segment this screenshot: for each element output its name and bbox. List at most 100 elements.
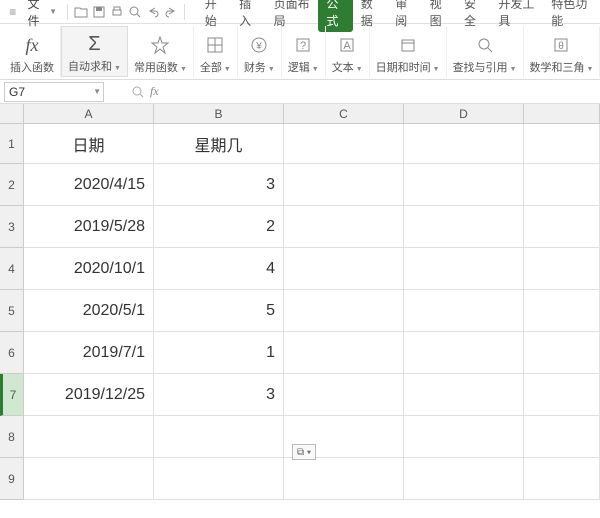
cell[interactable]	[404, 290, 524, 332]
cell[interactable]: 2020/5/1	[24, 290, 154, 332]
cell[interactable]: 4	[154, 248, 284, 290]
smart-tag-button[interactable]: ⧉ ▾	[292, 444, 316, 460]
cell[interactable]	[404, 458, 524, 500]
row-header[interactable]: 7	[0, 374, 24, 416]
ribbon-datetime[interactable]: 日期和时间▼	[370, 26, 447, 77]
ribbon-label: 常用函数▼	[134, 59, 187, 75]
cell[interactable]	[284, 332, 404, 374]
search-icon	[473, 33, 497, 57]
cell[interactable]	[284, 458, 404, 500]
cell[interactable]: 1	[154, 332, 284, 374]
row-header[interactable]: 1	[0, 124, 24, 164]
select-all-corner[interactable]	[0, 104, 24, 124]
hamburger-icon[interactable]: ≡	[6, 4, 20, 20]
cell[interactable]: 2	[154, 206, 284, 248]
grid-row: 22020/4/153	[0, 164, 600, 206]
name-box-value: G7	[9, 85, 25, 99]
column-header-b[interactable]: B	[154, 104, 284, 124]
cell[interactable]: 2019/7/1	[24, 332, 154, 374]
cell[interactable]: 5	[154, 290, 284, 332]
open-icon[interactable]	[74, 4, 88, 20]
cell[interactable]	[404, 374, 524, 416]
cell[interactable]	[524, 374, 600, 416]
cell[interactable]	[524, 290, 600, 332]
grid-row: 32019/5/282	[0, 206, 600, 248]
cell[interactable]: 3	[154, 164, 284, 206]
cell[interactable]: 2019/12/25	[24, 374, 154, 416]
cell[interactable]	[404, 332, 524, 374]
expand-icon[interactable]	[132, 86, 144, 98]
cell[interactable]: 3	[154, 374, 284, 416]
ribbon-insert-function[interactable]: fx 插入函数	[4, 26, 61, 77]
chevron-down-icon: ▼	[49, 7, 57, 16]
row-header[interactable]: 3	[0, 206, 24, 248]
ribbon-financial[interactable]: ¥ 财务▼	[238, 26, 282, 77]
cell[interactable]: 2020/4/15	[24, 164, 154, 206]
cell[interactable]	[524, 416, 600, 458]
save-icon[interactable]	[92, 4, 106, 20]
cell[interactable]	[404, 164, 524, 206]
cell[interactable]	[404, 416, 524, 458]
ribbon-text[interactable]: A 文本▼	[326, 26, 370, 77]
cell[interactable]: 2019/5/28	[24, 206, 154, 248]
fx-icon[interactable]: fx	[150, 84, 159, 99]
ribbon-label: 查找与引用▼	[453, 59, 517, 75]
ribbon-recent[interactable]: 常用函数▼	[128, 26, 194, 77]
cell[interactable]	[154, 458, 284, 500]
chevron-down-icon[interactable]: ▼	[93, 87, 101, 96]
cell[interactable]	[524, 248, 600, 290]
row-header[interactable]: 9	[0, 458, 24, 500]
svg-text:?: ?	[300, 40, 306, 52]
cell[interactable]	[524, 458, 600, 500]
ribbon-math[interactable]: θ 数学和三角▼	[524, 26, 600, 77]
cell[interactable]	[24, 458, 154, 500]
cell[interactable]: 2020/10/1	[24, 248, 154, 290]
ribbon-label: 全部▼	[200, 59, 231, 75]
cell[interactable]	[154, 416, 284, 458]
grid-row: 1日期星期几	[0, 124, 600, 164]
ribbon-logical[interactable]: ? 逻辑▼	[282, 26, 326, 77]
ribbon-all[interactable]: 全部▼	[194, 26, 238, 77]
grid-row: 72019/12/253	[0, 374, 600, 416]
cell[interactable]: 星期几	[154, 124, 284, 164]
ribbon-lookup[interactable]: 查找与引用▼	[447, 26, 524, 77]
cell[interactable]	[284, 248, 404, 290]
name-box[interactable]: G7 ▼	[4, 82, 104, 102]
cell[interactable]	[24, 416, 154, 458]
money-icon: ¥	[247, 33, 271, 57]
cell[interactable]	[524, 332, 600, 374]
row-header[interactable]: 2	[0, 164, 24, 206]
cell[interactable]	[404, 124, 524, 164]
undo-icon[interactable]	[146, 4, 160, 20]
grid-row: 9	[0, 458, 600, 500]
cell[interactable]	[524, 164, 600, 206]
cell[interactable]	[284, 374, 404, 416]
cell[interactable]	[284, 206, 404, 248]
cell[interactable]	[404, 248, 524, 290]
row-header[interactable]: 8	[0, 416, 24, 458]
print-icon[interactable]	[110, 4, 124, 20]
column-header-c[interactable]: C	[284, 104, 404, 124]
cell[interactable]	[404, 206, 524, 248]
question-icon: ?	[291, 33, 315, 57]
ribbon-autosum[interactable]: Σ 自动求和▼	[61, 26, 128, 77]
cell[interactable]: 日期	[24, 124, 154, 164]
cell[interactable]	[524, 124, 600, 164]
preview-icon[interactable]	[128, 4, 142, 20]
cell[interactable]	[284, 124, 404, 164]
cell[interactable]	[284, 290, 404, 332]
column-header-d[interactable]: D	[404, 104, 524, 124]
redo-icon[interactable]	[164, 4, 178, 20]
file-menu-label: 文件	[28, 0, 47, 29]
column-header-extra[interactable]	[524, 104, 600, 124]
sigma-icon: Σ	[82, 32, 106, 56]
menu-bar: ≡ 文件 ▼ 开始 插入 页面布局 公式 数据 审阅 视图 安全 开发工具 特色…	[0, 0, 600, 24]
row-header[interactable]: 5	[0, 290, 24, 332]
cell[interactable]	[284, 164, 404, 206]
row-header[interactable]: 4	[0, 248, 24, 290]
calendar-icon	[396, 33, 420, 57]
cell[interactable]	[524, 206, 600, 248]
column-header-a[interactable]: A	[24, 104, 154, 124]
spreadsheet-grid: A B C D 1日期星期几22020/4/15332019/5/2824202…	[0, 104, 600, 500]
row-header[interactable]: 6	[0, 332, 24, 374]
